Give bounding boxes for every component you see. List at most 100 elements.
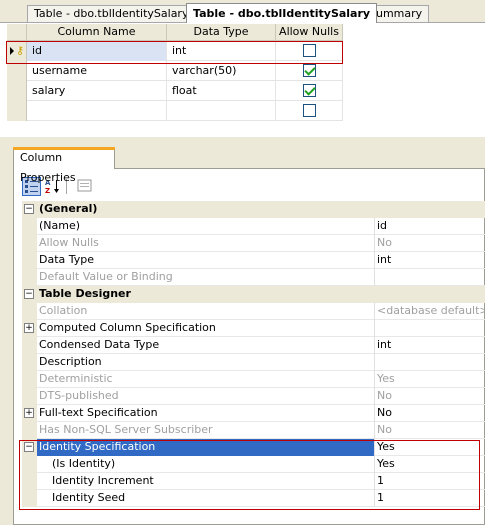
property-value[interactable]: No: [375, 235, 485, 252]
table-row[interactable]: username varchar(50): [7, 61, 343, 81]
property-label: Full-text Specification: [37, 405, 375, 422]
row-gutter: [22, 354, 37, 371]
row-gutter: [22, 235, 37, 252]
property-row-dts-published[interactable]: DTS-published No: [22, 388, 485, 405]
document-tab-strip: Table - dbo.tblIdentitySalary Table - db…: [0, 0, 485, 23]
property-pages-icon[interactable]: [75, 177, 94, 196]
allow-nulls-checkbox[interactable]: [302, 63, 316, 77]
row-gutter: +: [22, 405, 37, 422]
property-row-identity-specification[interactable]: − Identity Specification Yes: [22, 439, 485, 456]
data-type-cell[interactable]: int: [167, 41, 276, 61]
property-row-non-sql-subscriber[interactable]: Has Non-SQL Server Subscriber No: [22, 422, 485, 439]
allow-nulls-checkbox[interactable]: [302, 83, 316, 97]
property-row-is-identity[interactable]: (Is Identity) Yes: [22, 456, 485, 473]
property-label: Identity Seed: [37, 490, 375, 507]
row-selector[interactable]: [7, 81, 27, 101]
column-name-cell[interactable]: [27, 101, 167, 121]
property-value[interactable]: <database default>: [375, 303, 485, 320]
collapse-icon[interactable]: −: [24, 442, 34, 452]
expand-icon[interactable]: +: [24, 408, 34, 418]
row-gutter: [22, 422, 37, 439]
property-row-identity-seed[interactable]: Identity Seed 1: [22, 490, 485, 507]
current-row-arrow-icon: [10, 47, 14, 55]
table-row[interactable]: salary float: [7, 81, 343, 101]
tab-table-design-active[interactable]: Table - dbo.tblIdentitySalary: [186, 3, 378, 23]
property-value[interactable]: id: [375, 218, 485, 235]
property-row-collation[interactable]: Collation <database default>: [22, 303, 485, 320]
property-row-computed-column[interactable]: + Computed Column Specification: [22, 320, 485, 337]
header-data-type[interactable]: Data Type: [167, 24, 276, 41]
row-selector[interactable]: [7, 61, 27, 81]
row-gutter: [22, 456, 37, 473]
table-row-new[interactable]: [7, 101, 343, 121]
property-label: Identity Increment: [37, 473, 375, 490]
property-row-data-type[interactable]: Data Type int: [22, 252, 485, 269]
allow-nulls-cell: [276, 81, 343, 101]
row-selector[interactable]: [7, 101, 27, 121]
allow-nulls-cell: [276, 61, 343, 81]
allow-nulls-cell: [276, 41, 343, 61]
property-label: Data Type: [37, 252, 375, 269]
row-selector[interactable]: ⚷: [7, 41, 27, 61]
property-value[interactable]: 1: [375, 490, 485, 507]
collapse-icon[interactable]: −: [24, 289, 34, 299]
header-column-name[interactable]: Column Name: [27, 24, 167, 41]
tab-table-design-1[interactable]: Table - dbo.tblIdentitySalary: [27, 5, 196, 22]
collapse-icon[interactable]: −: [24, 204, 34, 214]
property-label: Description: [37, 354, 375, 371]
property-label: DTS-published: [37, 388, 375, 405]
column-name-cell[interactable]: id: [27, 41, 167, 61]
property-value[interactable]: [375, 320, 485, 337]
category-label: (General): [39, 202, 98, 215]
property-value[interactable]: Yes: [375, 371, 485, 388]
property-row-description[interactable]: Description: [22, 354, 485, 371]
property-row-allow-nulls[interactable]: Allow Nulls No: [22, 235, 485, 252]
property-row-condensed-type[interactable]: Condensed Data Type int: [22, 337, 485, 354]
column-name-cell[interactable]: salary: [27, 81, 167, 101]
allow-nulls-checkbox[interactable]: [302, 103, 316, 117]
property-value[interactable]: [375, 269, 485, 286]
property-value[interactable]: Yes: [375, 439, 485, 456]
table-row[interactable]: ⚷ id int: [7, 41, 343, 61]
property-label: (Name): [37, 218, 375, 235]
data-type-cell[interactable]: [167, 101, 276, 121]
category-label: Table Designer: [39, 287, 131, 300]
property-value[interactable]: No: [375, 388, 485, 405]
grid-header-row: Column Name Data Type Allow Nulls: [7, 24, 343, 41]
svg-text:Z: Z: [45, 187, 50, 195]
allow-nulls-cell: [276, 101, 343, 121]
expand-icon[interactable]: +: [24, 323, 34, 333]
tab-column-properties[interactable]: Column Properties: [13, 147, 115, 184]
property-label: Allow Nulls: [37, 235, 375, 252]
row-gutter: [22, 218, 37, 235]
property-grid: − (General) (Name) id Allow Nulls No Dat…: [22, 201, 485, 507]
data-type-cell[interactable]: float: [167, 81, 276, 101]
property-value[interactable]: No: [375, 422, 485, 439]
column-name-cell[interactable]: username: [27, 61, 167, 81]
property-row-default-value[interactable]: Default Value or Binding: [22, 269, 485, 286]
column-grid: Column Name Data Type Allow Nulls ⚷ id i…: [7, 24, 343, 121]
row-gutter: [22, 269, 37, 286]
category-general[interactable]: − (General): [22, 201, 485, 218]
property-row-name[interactable]: (Name) id: [22, 218, 485, 235]
category-table-designer[interactable]: − Table Designer: [22, 286, 485, 303]
primary-key-icon: ⚷: [16, 44, 25, 57]
data-type-cell[interactable]: varchar(50): [167, 61, 276, 81]
property-value[interactable]: Yes: [375, 456, 485, 473]
property-value[interactable]: int: [375, 252, 485, 269]
property-value[interactable]: No: [375, 405, 485, 422]
property-label: Has Non-SQL Server Subscriber: [37, 422, 375, 439]
allow-nulls-checkbox[interactable]: [302, 43, 316, 57]
row-gutter: [22, 473, 37, 490]
property-row-deterministic[interactable]: Deterministic Yes: [22, 371, 485, 388]
property-value[interactable]: [375, 354, 485, 371]
row-gutter: [22, 490, 37, 507]
property-label: (Is Identity): [37, 456, 375, 473]
header-allow-nulls[interactable]: Allow Nulls: [276, 24, 343, 41]
property-row-identity-increment[interactable]: Identity Increment 1: [22, 473, 485, 490]
row-gutter: [22, 371, 37, 388]
property-label: Identity Specification: [37, 439, 375, 456]
property-row-fulltext[interactable]: + Full-text Specification No: [22, 405, 485, 422]
property-value[interactable]: int: [375, 337, 485, 354]
property-value[interactable]: 1: [375, 473, 485, 490]
